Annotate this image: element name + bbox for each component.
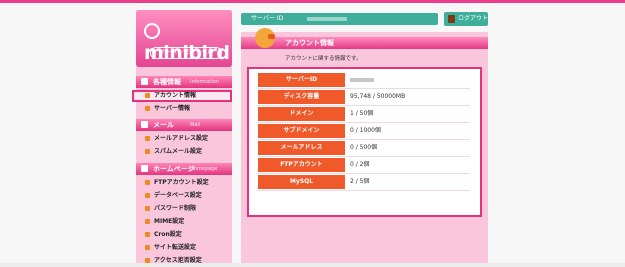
section-mail: メール Mail [136,119,232,131]
sidebar-item-cron[interactable]: Cron設定 [136,229,232,241]
page-description: アカウントに関する情報です。 [285,56,362,62]
sidebar-item-ftp-account[interactable]: FTPアカウント設定 [136,177,232,189]
door-icon [448,15,455,23]
table-row: ディスク容量 95,748 / 50000MB [258,89,470,106]
bullet-icon [145,232,150,237]
table-row: ドメイン 1 / 50個 [258,106,470,123]
section-info: 各種情報 Information [136,76,232,88]
page-title-bar: アカウント情報 [241,37,488,49]
bullet-icon [145,245,150,250]
brand-logo[interactable]: minibird サーバー管理ツール [136,10,232,67]
sidebar-item-account-info[interactable]: アカウント情報 [132,90,232,102]
account-info-table: サーバーID ディスク容量 95,748 / 50000MB ドメイン 1 / … [258,72,470,191]
page-title: アカウント情報 [285,39,334,47]
account-info-card: サーバーID ディスク容量 95,748 / 50000MB ドメイン 1 / … [247,67,482,217]
sidebar-item-access-deny[interactable]: アクセス拒否設定 [136,255,232,267]
bullet-icon [145,149,150,154]
bullet-icon [145,180,150,185]
sidebar: minibird サーバー管理ツール 各種情報 Information アカウン… [132,10,232,264]
bullet-icon [145,93,150,98]
bullet-icon [145,136,150,141]
sidebar-item-mail-address[interactable]: メールアドレス設定 [136,133,232,145]
sidebar-item-password[interactable]: パスワード制限 [136,203,232,215]
bullet-icon [145,258,150,263]
info-section-icon [141,78,148,85]
table-row: サーバーID [258,72,470,89]
bullet-icon [145,193,150,198]
sidebar-item-spam-mail[interactable]: スパムメール設定 [136,146,232,158]
logo-ring-icon [144,23,160,39]
sidebar-item-server-info[interactable]: サーバー情報 [136,103,232,115]
server-id-bar: サーバー ID [241,13,438,25]
table-row: MySQL 2 / 5個 [258,174,470,191]
server-id-redacted [350,77,374,82]
bullet-icon [145,106,150,111]
sidebar-item-mime[interactable]: MIME設定 [136,216,232,228]
main-panel: アカウント情報 アカウントに関する情報です。 サーバーID ディスク容量 95,… [241,28,488,263]
table-row: サブドメイン 0 / 1000個 [258,123,470,140]
table-row: FTPアカウント 0 / 2個 [258,157,470,174]
logout-button[interactable]: ログアウト [444,12,488,26]
bullet-icon [145,206,150,211]
sidebar-item-database[interactable]: データベース設定 [136,190,232,202]
server-id-value-redacted [307,17,347,21]
sidebar-item-site-redirect[interactable]: サイト転送設定 [136,242,232,254]
mail-section-icon [141,121,148,128]
bullet-icon [145,219,150,224]
brand-tagline: サーバー管理ツール [150,47,222,59]
section-homepage: ホームページ Homepage [136,163,232,175]
bird-mascot-icon [255,28,275,48]
homepage-section-icon [141,165,148,172]
table-row: メールアドレス 0 / 500個 [258,140,470,157]
